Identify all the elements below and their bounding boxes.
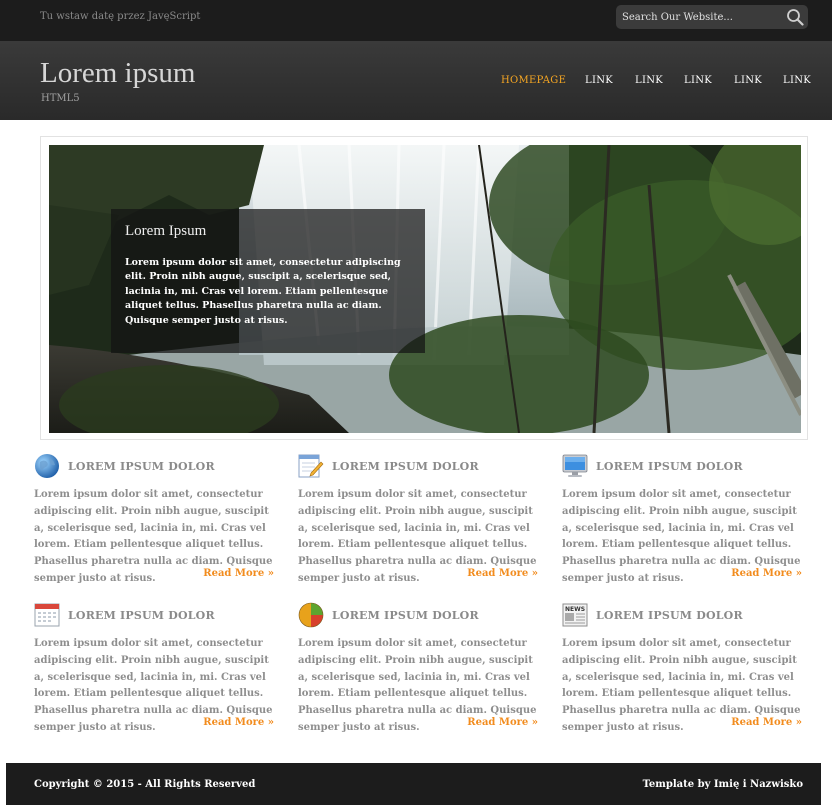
slider-caption: Lorem Ipsum Lorem ipsum dolor sit amet, … [111, 209, 425, 353]
nav-link-1[interactable]: LINK [585, 75, 613, 86]
search-button[interactable] [781, 5, 808, 29]
slider-caption-title: Lorem Ipsum [125, 223, 207, 239]
read-more-link[interactable]: Read More » [203, 568, 274, 579]
main-nav: HOMEPAGE LINK LINK LINK LINK LINK [0, 75, 832, 89]
nav-link-3[interactable]: LINK [684, 75, 712, 86]
newspaper-icon: NEWS [562, 603, 588, 627]
feature-title: LOREM IPSUM DOLOR [596, 460, 743, 473]
read-more-link[interactable]: Read More » [467, 717, 538, 728]
globe-icon [35, 454, 59, 478]
feature-title: LOREM IPSUM DOLOR [332, 609, 479, 622]
monitor-icon [562, 454, 588, 477]
notepad-pencil-icon [298, 454, 324, 478]
feature-block-3: LOREM IPSUM DOLOR Lorem ipsum dolor sit … [562, 453, 802, 591]
search-input[interactable] [622, 9, 772, 25]
hero-slider[interactable]: Lorem Ipsum Lorem ipsum dolor sit amet, … [49, 145, 801, 433]
slider-caption-text: Lorem ipsum dolor sit amet, consectetur … [125, 257, 401, 326]
feature-title: LOREM IPSUM DOLOR [68, 460, 215, 473]
site-footer: Copyright © 2015 - All Rights Reserved T… [6, 763, 821, 805]
read-more-link[interactable]: Read More » [467, 568, 538, 579]
pie-chart-icon [298, 602, 324, 628]
feature-title: LOREM IPSUM DOLOR [596, 609, 743, 622]
top-bar: Tu wstaw datę przez JavęScript [0, 0, 832, 41]
feature-title: LOREM IPSUM DOLOR [68, 609, 215, 622]
slider-frame: Lorem Ipsum Lorem ipsum dolor sit amet, … [40, 136, 808, 440]
nav-homepage[interactable]: HOMEPAGE [501, 75, 566, 86]
copyright-text: Copyright © 2015 - All Rights Reserved [34, 779, 256, 790]
date-text: Tu wstaw datę przez JavęScript [40, 11, 201, 22]
feature-title: LOREM IPSUM DOLOR [332, 460, 479, 473]
site-tagline: HTML5 [41, 93, 80, 104]
feature-block-2: LOREM IPSUM DOLOR Lorem ipsum dolor sit … [298, 453, 538, 591]
nav-link-5[interactable]: LINK [783, 75, 811, 86]
search-icon [786, 9, 804, 26]
feature-block-1: LOREM IPSUM DOLOR Lorem ipsum dolor sit … [34, 453, 274, 591]
newspaper-icon-label: NEWS [565, 606, 585, 613]
nav-link-2[interactable]: LINK [635, 75, 663, 86]
read-more-link[interactable]: Read More » [731, 717, 802, 728]
read-more-link[interactable]: Read More » [203, 717, 274, 728]
read-more-link[interactable]: Read More » [731, 568, 802, 579]
template-credit: Template by Imię i Nazwisko [642, 779, 803, 790]
feature-block-5: LOREM IPSUM DOLOR Lorem ipsum dolor sit … [298, 602, 538, 740]
feature-block-4: LOREM IPSUM DOLOR Lorem ipsum dolor sit … [34, 602, 274, 740]
site-header: Lorem ipsum HTML5 HOMEPAGE LINK LINK LIN… [0, 41, 832, 120]
feature-block-6: NEWS LOREM IPSUM DOLOR Lorem ipsum dolor… [562, 602, 802, 740]
nav-link-4[interactable]: LINK [734, 75, 762, 86]
search-box [616, 5, 808, 29]
calendar-icon [34, 603, 60, 627]
